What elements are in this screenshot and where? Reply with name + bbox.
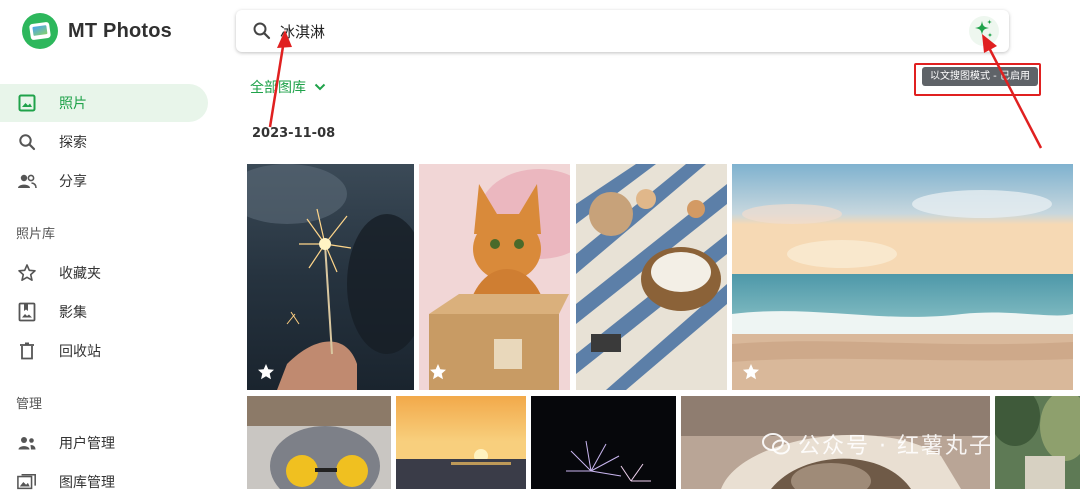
sidebar-item-label: 用户管理 [59,436,115,452]
trash-icon [17,341,37,361]
search-icon [252,21,272,41]
photo-tile[interactable] [576,164,727,390]
sidebar-item-share[interactable]: 分享 [0,162,208,200]
photo-tile[interactable] [531,396,676,489]
people-icon [17,171,37,191]
sidebar-item-favorites[interactable]: 收藏夹 [0,254,208,292]
sidebar-item-label: 探索 [59,135,87,151]
sidebar-item-albums[interactable]: 影集 [0,293,208,331]
sidebar-item-user-management[interactable]: 用户管理 [0,424,208,462]
photo-picnic [576,164,727,390]
user-manage-icon [17,433,37,453]
wechat-icon [762,432,790,456]
watermark-text: 公众号 · 红薯丸子 [798,434,993,459]
photo-tile[interactable] [419,164,570,390]
sidebar-item-explore[interactable]: 探索 [0,123,208,161]
search-icon [17,132,37,152]
sidebar-item-label: 收藏夹 [59,266,101,282]
photo-ocean-sunset [396,396,526,489]
app-name: MT Photos [68,19,173,42]
watermark: 公众号 · 红薯丸子 [762,428,993,460]
library-filter-label: 全部图库 [250,80,306,96]
section-label-manage: 管理 [16,397,43,412]
library-filter-dropdown[interactable]: 全部图库 [250,77,326,97]
sidebar-item-label: 影集 [59,305,87,321]
sidebar: MT Photos 照片 探索 分享 照片库 收藏夹 影集 回收站 管理 用户管… [0,0,228,491]
photo-icon [17,93,37,113]
sidebar-item-gallery-management[interactable]: 图库管理 [0,463,208,501]
app-brand[interactable]: MT Photos [22,13,172,49]
favorite-star-icon[interactable] [741,362,761,382]
favorite-star-icon[interactable] [256,362,276,382]
chevron-down-icon [314,79,326,95]
photo-tile[interactable] [732,164,1073,390]
search-bar [236,10,1009,52]
section-label-library: 照片库 [16,227,56,242]
photo-tile[interactable] [247,164,414,390]
sidebar-item-label: 回收站 [59,344,101,360]
app-logo-icon [22,13,58,49]
gallery-manage-icon [17,472,37,492]
photo-forest-picnic [995,396,1080,489]
sidebar-item-label: 照片 [59,96,87,112]
photo-fireworks [531,396,676,489]
photo-tile[interactable] [396,396,526,489]
sidebar-item-label: 分享 [59,174,87,190]
ai-search-toggle-button[interactable] [969,16,999,46]
sidebar-item-label: 图库管理 [59,475,115,491]
photo-cat-sunglasses [247,396,391,489]
sidebar-item-trash[interactable]: 回收站 [0,332,208,370]
photo-tile[interactable] [995,396,1080,489]
star-icon [17,263,37,283]
photo-tile[interactable] [247,396,391,489]
sidebar-item-photos[interactable]: 照片 [0,84,208,122]
sparkle-icon [973,18,995,44]
photo-cat-in-box [419,164,570,390]
favorite-star-icon[interactable] [428,362,448,382]
album-icon [17,302,37,322]
search-input[interactable] [278,21,942,41]
date-group-heading: 2023-11-08 [252,126,336,141]
photo-sparkler [247,164,414,390]
annotation-highlight-box [914,63,1041,96]
photo-beach-sunset [732,164,1073,390]
